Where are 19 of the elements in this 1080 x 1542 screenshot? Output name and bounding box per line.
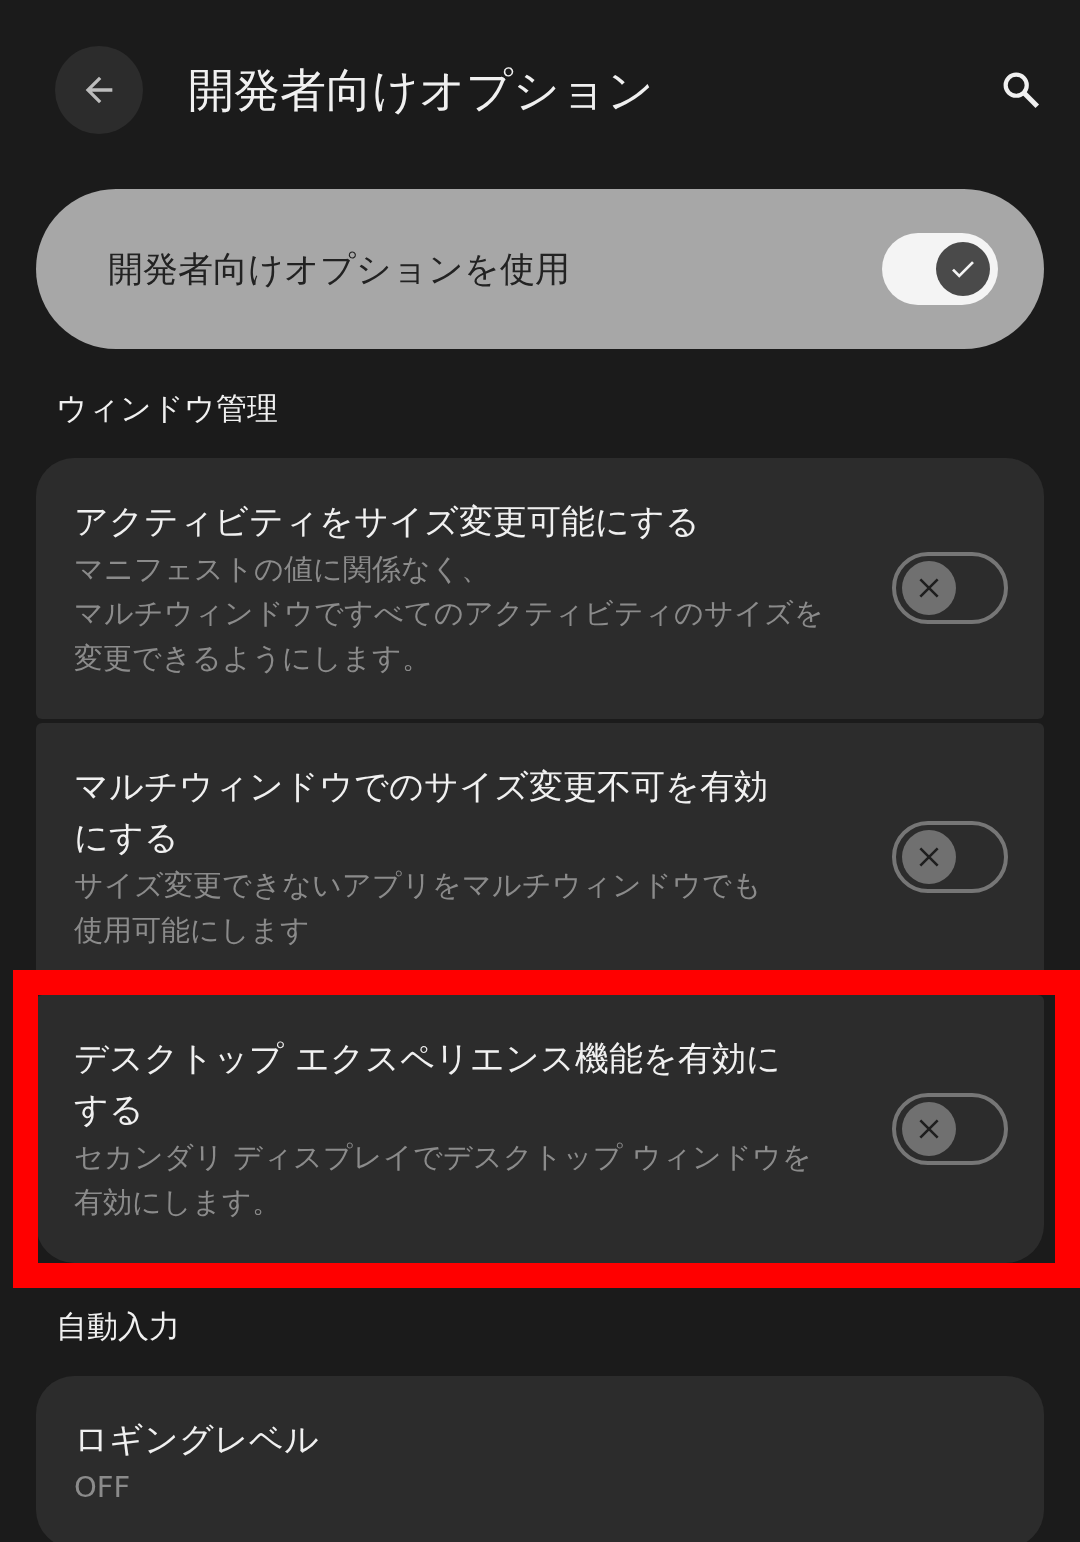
section-header: ウィンドウ管理 (55, 389, 279, 428)
setting-card[interactable]: デスクトップ エクスペリエンス機能を有効にする セカンダリ ディスプレイでデスクトップ ウィンドウを 有効にします。 (36, 995, 1044, 1264)
switch-label: 開発者向けオプションを使用 (108, 247, 571, 291)
setting-summary: サイズ変更できないアプリをマルチウィンドウでも (74, 867, 762, 905)
setting-summary: OFF (74, 1468, 131, 1506)
setting-title: マルチウィンドウでのサイズ変更不可を有効にする (74, 765, 769, 860)
setting-summary: マルチウィンドウですべてのアクティビティのサイズを (74, 595, 824, 633)
setting-title: ロギングレベル (74, 1417, 320, 1461)
setting-summary: 使用可能にします (74, 912, 310, 950)
setting-title: デスクトップ エクスペリエンス機能を有効にする (74, 1037, 782, 1132)
setting-summary: マニフェストの値に関係なく、 (74, 550, 490, 588)
setting-summary: 変更できるようにします。 (74, 640, 431, 678)
setting-summary: 有効にします。 (74, 1184, 281, 1222)
page-title: 開発者向けオプション (188, 61, 655, 119)
setting-title: アクティビティをサイズ変更可能にする (74, 499, 701, 543)
setting-summary: セカンダリ ディスプレイでデスクトップ ウィンドウを (74, 1139, 813, 1177)
setting-card[interactable]: ロギングレベル OFF (36, 1375, 1044, 1542)
section-header: 自動入力 (55, 1307, 181, 1347)
setting-card[interactable]: アクティビティをサイズ変更可能にする マニフェストの値に関係なく、 マルチウィンドウですべてのアクティビティのサイズを 変更できるようにします。 (36, 457, 1044, 720)
